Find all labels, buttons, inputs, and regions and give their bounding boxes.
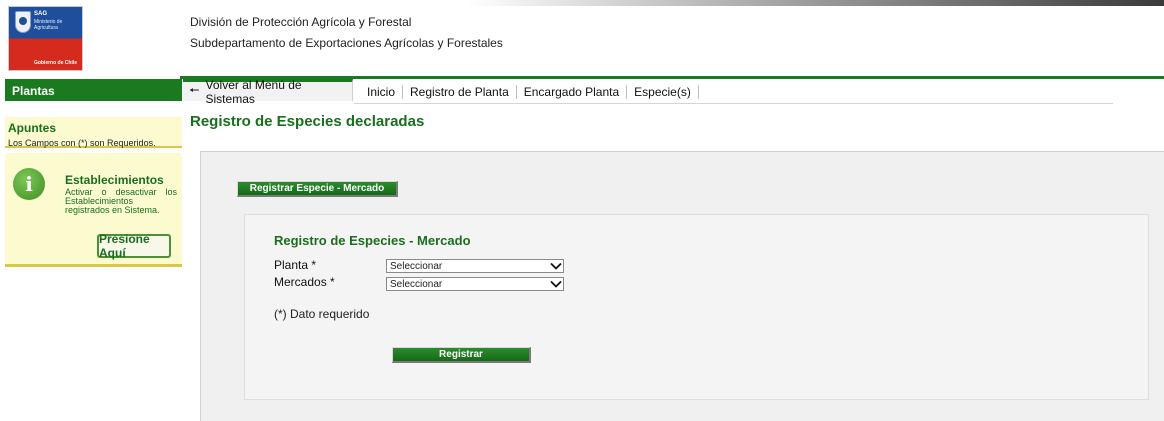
form-title: Registro de Especies - Mercado — [274, 233, 471, 248]
sidebar-title: Plantas — [5, 79, 182, 101]
planta-select-value: Seleccionar — [390, 260, 443, 272]
header-subdepartment: Subdepartamento de Exportaciones Agrícol… — [190, 36, 503, 50]
establecimientos-title: Establecimientos — [65, 173, 164, 187]
planta-label: Planta * — [274, 258, 317, 272]
logo-brand: SAG — [34, 11, 48, 17]
page-title: Registro de Especies declaradas — [190, 113, 425, 130]
planta-select[interactable]: Seleccionar — [386, 259, 564, 273]
sag-logo: SAG Ministerio de Agricultura Gobierno d… — [8, 6, 83, 71]
required-note: (*) Dato requerido — [274, 307, 370, 321]
nav-item-especies[interactable]: Especie(s) — [627, 85, 698, 99]
chevron-down-icon — [549, 278, 563, 290]
mercados-select-value: Seleccionar — [390, 278, 443, 290]
logo-footer: Gobierno de Chile — [33, 60, 77, 66]
nav-underline — [354, 103, 1113, 104]
logo-brand-sub: Ministerio de Agricultura — [34, 19, 63, 31]
apuntes-title: Apuntes — [8, 121, 56, 135]
back-arrow-icon: 🠔 — [189, 83, 200, 97]
nav-item-encargado-planta[interactable]: Encargado Planta — [517, 85, 626, 99]
header-division: División de Protección Agrícola y Forest… — [190, 15, 412, 29]
chevron-down-icon — [549, 260, 563, 272]
coat-of-arms-icon — [15, 11, 31, 33]
registrar-button[interactable]: Registrar — [392, 347, 531, 363]
establecimientos-box: i Establecimientos Activar o desactivar … — [5, 153, 182, 267]
mercados-select[interactable]: Seleccionar — [386, 277, 564, 291]
back-to-menu-label: Volver al Menú de Sistemas — [205, 77, 302, 106]
apuntes-box: Apuntes Los Campos con (*) son Requerido… — [5, 117, 182, 148]
presione-aqui-button[interactable]: Presione Aquí — [97, 232, 171, 260]
info-icon: i — [13, 168, 45, 200]
back-to-menu-button[interactable]: 🠔 Volver al Menú de Sistemas — [183, 78, 353, 106]
nav-item-registro-planta[interactable]: Registro de Planta — [403, 85, 516, 99]
mercados-label: Mercados * — [274, 275, 335, 289]
nav-item-inicio[interactable]: Inicio — [360, 85, 402, 99]
apuntes-text: Los Campos con (*) son Requeridos. — [8, 138, 156, 148]
registrar-especie-mercado-button[interactable]: Registrar Especie - Mercado — [237, 181, 398, 197]
top-nav: Inicio Registro de Planta Encargado Plan… — [360, 82, 699, 102]
establecimientos-description: Activar o desactivar los Establecimiento… — [65, 187, 177, 215]
top-gradient-bar — [0, 0, 1164, 6]
nav-separator — [697, 85, 699, 99]
